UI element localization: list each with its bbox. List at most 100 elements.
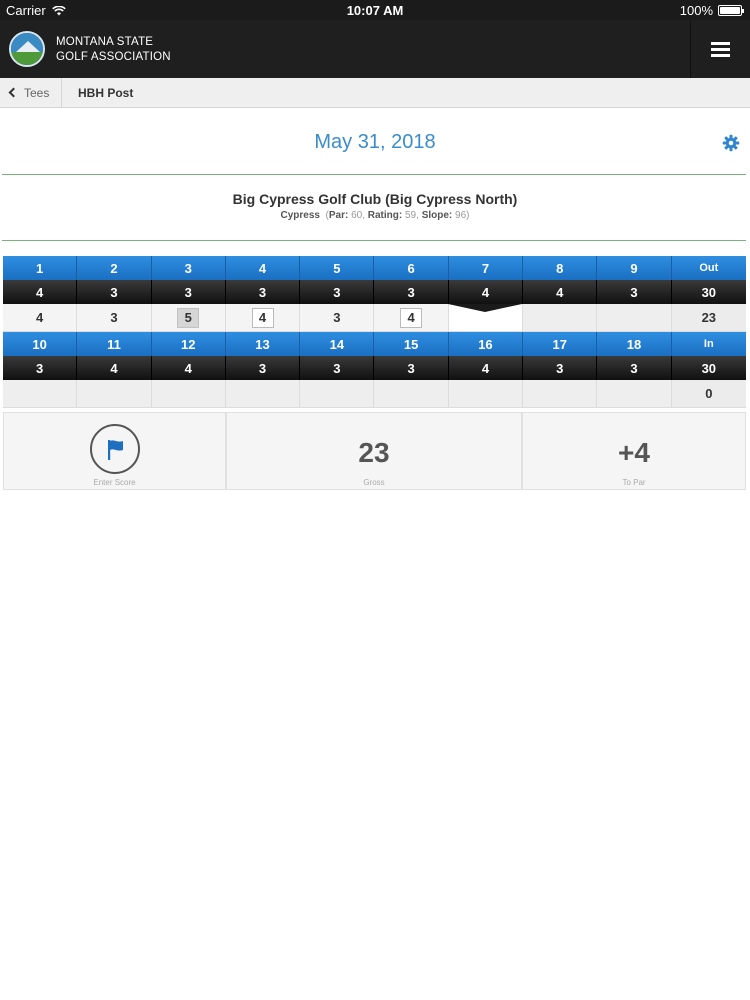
hole-score[interactable]: [597, 380, 672, 408]
current-hole-score[interactable]: [448, 304, 524, 332]
hole-number[interactable]: 3: [151, 256, 226, 280]
bogey-marker: 5: [177, 307, 200, 328]
hole-score[interactable]: 3: [77, 304, 152, 332]
hole-number[interactable]: 15: [374, 332, 449, 356]
hole-score[interactable]: [300, 380, 375, 408]
enter-score-button[interactable]: [89, 424, 140, 474]
back-score-row: 0: [3, 380, 746, 408]
hole-par: 3: [77, 280, 152, 304]
rating-label: Rating:: [367, 210, 403, 221]
hole-number[interactable]: 12: [151, 332, 226, 356]
chevron-left-icon: [8, 87, 19, 98]
brand-line-1: MONTANA STATE: [56, 36, 154, 48]
divider: [2, 240, 746, 241]
hole-par: 3: [300, 356, 375, 380]
hole-score[interactable]: [597, 304, 672, 332]
hole-score[interactable]: [523, 304, 598, 332]
gross-label: Gross: [363, 478, 385, 487]
out-label: Out: [671, 256, 746, 280]
hole-score[interactable]: 5: [151, 304, 226, 332]
front-score-row: 4 3 5 4 3 4 23: [3, 304, 746, 332]
hole-score[interactable]: [374, 380, 449, 408]
hole-par: 3: [523, 356, 598, 380]
brand-line-2: GOLF ASSOCIATION: [56, 51, 171, 63]
gross-tile: 23 Gross: [226, 412, 522, 490]
course-meta: Cypress (Par: 60, Rating: 59, Slope: 96): [280, 210, 470, 221]
msga-logo[interactable]: [9, 31, 45, 67]
hole-score[interactable]: [151, 380, 226, 408]
hole-score[interactable]: [523, 380, 598, 408]
battery-icon: [718, 5, 744, 16]
hole-number[interactable]: 18: [597, 332, 672, 356]
page-title: HBH Post: [78, 86, 134, 100]
hole-par: 4: [3, 280, 78, 304]
hole-number[interactable]: 8: [523, 256, 598, 280]
front-hole-row: 1 2 3 4 5 6 7 8 9 Out: [3, 256, 746, 280]
back-button[interactable]: Tees: [0, 78, 62, 107]
hole-par: 3: [300, 280, 375, 304]
hole-par: 3: [597, 280, 672, 304]
hole-score[interactable]: 4: [3, 304, 78, 332]
score-summary: Enter Score 23 Gross +4 To Par: [3, 412, 746, 490]
menu-button[interactable]: [690, 20, 750, 78]
hole-score[interactable]: 4: [225, 304, 301, 332]
in-score-total: 0: [671, 380, 746, 408]
hole-number[interactable]: 2: [77, 256, 152, 280]
hole-number[interactable]: 11: [77, 332, 152, 356]
hole-score[interactable]: 4: [374, 304, 449, 332]
round-date[interactable]: May 31, 2018: [0, 131, 750, 154]
to-par-score: +4: [618, 437, 650, 468]
hole-par: 4: [77, 356, 152, 380]
hole-number[interactable]: 10: [3, 332, 78, 356]
hole-par: 3: [374, 356, 449, 380]
hole-number[interactable]: 16: [448, 332, 524, 356]
hole-number[interactable]: 4: [225, 256, 301, 280]
hole-par: 3: [151, 280, 226, 304]
hole-par: 3: [597, 356, 672, 380]
divider: [2, 174, 746, 175]
out-score-total: 23: [671, 304, 746, 332]
hole-par: 4: [151, 356, 226, 380]
hamburger-icon: [711, 42, 730, 57]
hole-score[interactable]: [225, 380, 301, 408]
hole-number[interactable]: 14: [300, 332, 375, 356]
scorecard: 1 2 3 4 5 6 7 8 9 Out 4 3 3 3 3 3 4 4 3 …: [3, 256, 746, 408]
app-header: MONTANA STATE GOLF ASSOCIATION: [0, 20, 750, 78]
hole-number[interactable]: 5: [300, 256, 375, 280]
hole-number[interactable]: 13: [225, 332, 301, 356]
hole-par: 4: [523, 280, 598, 304]
breadcrumb: Tees HBH Post: [0, 78, 750, 108]
hole-number[interactable]: 17: [523, 332, 598, 356]
battery-percent: 100%: [679, 3, 713, 18]
par-value: 60: [351, 210, 363, 221]
course-name: Big Cypress Golf Club (Big Cypress North…: [232, 191, 518, 207]
hole-number[interactable]: 9: [597, 256, 672, 280]
hole-score[interactable]: [3, 380, 78, 408]
back-label: Tees: [24, 85, 50, 100]
par-label: Par:: [328, 210, 349, 221]
out-par-total: 30: [671, 280, 746, 304]
to-par-label: To Par: [622, 478, 646, 487]
hole-par: 4: [448, 356, 524, 380]
hole-score[interactable]: 3: [300, 304, 375, 332]
brand-title: MONTANA STATE GOLF ASSOCIATION: [56, 35, 171, 65]
hole-number[interactable]: 1: [3, 256, 78, 280]
clock: 10:07 AM: [346, 3, 404, 18]
hole-par: 3: [374, 280, 449, 304]
enter-score-tile[interactable]: Enter Score: [3, 412, 226, 490]
hole-number[interactable]: 6: [374, 256, 449, 280]
hole-score[interactable]: [77, 380, 152, 408]
gross-score: 23: [358, 437, 390, 468]
hole-score[interactable]: [448, 380, 524, 408]
back-hole-row: 10 11 12 13 14 15 16 17 18 In: [3, 332, 746, 356]
flag-icon: [107, 440, 123, 460]
front-par-row: 4 3 3 3 3 3 4 4 3 30: [3, 280, 746, 304]
hole-par: 3: [225, 280, 301, 304]
enter-score-label: Enter Score: [93, 478, 136, 487]
hole-par: 3: [225, 356, 301, 380]
back-par-row: 3 4 4 3 3 3 4 3 3 30: [3, 356, 746, 380]
hole-number[interactable]: 7: [448, 256, 524, 280]
status-bar: Carrier 10:07 AM 100%: [0, 0, 750, 20]
in-par-total: 30: [671, 356, 746, 380]
gear-icon[interactable]: [722, 134, 740, 152]
